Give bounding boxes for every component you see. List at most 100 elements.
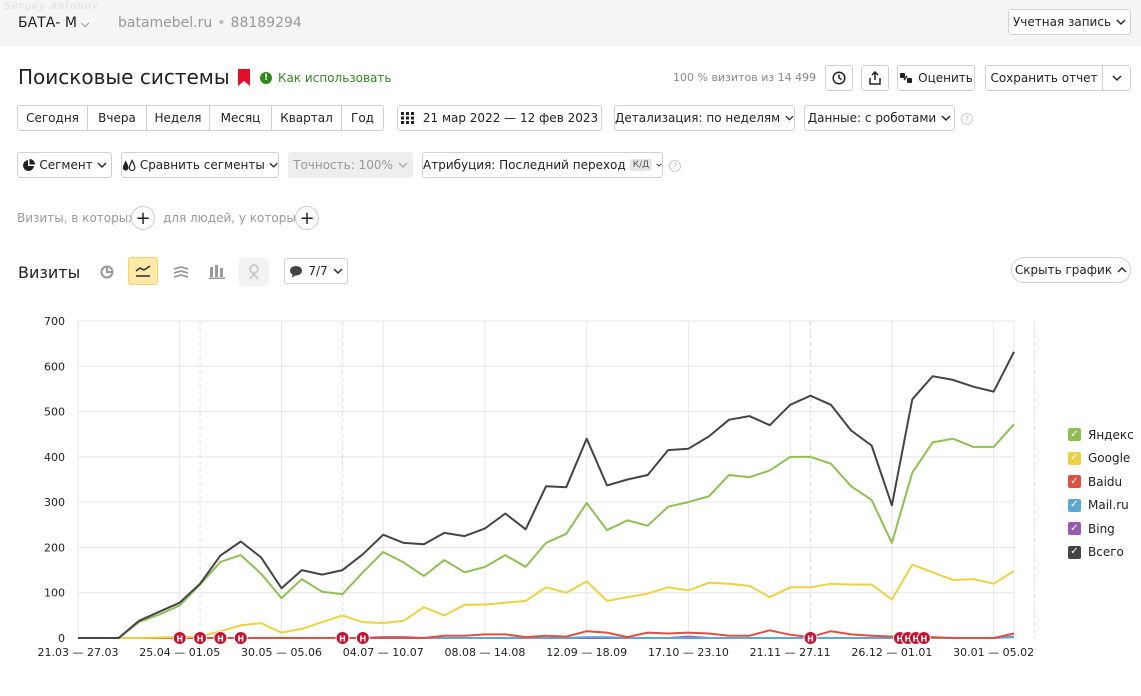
y-tick-label: 700 [44,315,65,328]
checkbox-icon[interactable]: ✓ [1068,522,1081,535]
comment-icon [289,265,303,278]
attribution-dropdown[interactable]: Атрибуция: Последний переход К/Д [422,152,663,178]
pie-icon [22,159,35,172]
account-button[interactable]: Учетная запись [1008,9,1131,35]
checkbox-icon[interactable]: ✓ [1068,546,1081,559]
data-dropdown[interactable]: Данные: с роботами [804,105,955,131]
period-year[interactable]: Год [341,105,384,131]
annotation-marker-label: Н [217,635,224,644]
share-icon [868,71,882,85]
info-icon: ! [260,72,272,84]
period-quarter[interactable]: Квартал [271,105,342,131]
x-tick-label: 21.11 — 27.11 [750,646,831,659]
detail-dropdown[interactable]: Детализация: по неделям [614,105,795,131]
attribution-label: Атрибуция: Последний переход [423,158,626,172]
counter-id: 88189294 [231,15,302,31]
metric-title: Визиты [18,263,80,282]
save-report-label: Сохранить отчет [990,71,1097,85]
chevron-down-icon [785,113,794,123]
legend-item[interactable]: ✓Mail.ru [1068,494,1134,518]
annotation-marker-label: Н [197,635,204,644]
date-range-button[interactable]: 21 мар 2022 — 12 фев 2023 [397,105,602,131]
period-selector: Сегодня Вчера Неделя Месяц Квартал Год [17,105,384,131]
account-label: Учетная запись [1013,15,1111,29]
chart-type-pie[interactable] [92,258,122,286]
series-line-0 [78,424,1014,638]
bookmark-icon[interactable] [238,69,250,86]
chart-type-bars[interactable] [202,258,232,286]
annotation-marker-label: Н [237,635,244,644]
chevron-down-icon [1116,17,1126,27]
x-tick-label: 25.04 — 01.05 [139,646,220,659]
y-tick-label: 200 [44,541,65,554]
accuracy-label: Точность: 100% [293,158,393,172]
save-report-button[interactable]: Сохранить отчет [985,65,1103,91]
checkbox-icon[interactable]: ✓ [1068,428,1081,441]
y-tick-label: 600 [44,360,65,373]
chevron-down-icon: ⌵ [81,17,89,31]
compare-segments-dropdown[interactable]: Сравнить сегменты [121,152,279,178]
hide-chart-label: Скрыть график [1015,263,1112,277]
chart-type-area[interactable] [166,258,196,286]
period-week[interactable]: Неделя [146,105,210,131]
legend-item[interactable]: ✓ Яндекс [1068,423,1134,447]
x-tick-label: 26.12 — 01.01 [851,646,932,659]
segment-label: Сегмент [39,158,92,172]
accuracy-dropdown[interactable]: Точность: 100% [288,152,413,178]
attribution-badge: К/Д [630,159,652,171]
counter-selector[interactable]: БАТА- М ⌵ [18,15,89,31]
period-yesterday[interactable]: Вчера [87,105,147,131]
compare-segments-label: Сравнить сегменты [140,158,265,172]
site-info: batamebel.ru•88189294 [118,15,302,31]
detail-label: Детализация: по неделям [615,111,780,125]
drops-icon [122,159,136,172]
series-line-5 [78,352,1014,638]
period-month[interactable]: Месяц [209,105,272,131]
add-people-filter-button[interactable]: + [295,206,319,230]
save-report-dropdown[interactable] [1102,65,1131,91]
date-range-label: 21 мар 2022 — 12 фев 2023 [423,111,598,125]
legend-label: Всего [1088,545,1124,559]
period-today[interactable]: Сегодня [17,105,88,131]
add-visits-filter-button[interactable]: + [131,206,155,230]
x-tick-label: 30.01 — 05.02 [953,646,1034,659]
chart-type-map[interactable] [239,258,269,286]
legend-item[interactable]: ✓ Bing [1068,517,1134,541]
people-filter-label: для людей, у которых [163,211,303,225]
legend-label: Bing [1088,522,1115,536]
export-button[interactable] [861,65,889,91]
clock-icon [832,71,846,85]
separator-dot: • [217,15,225,31]
x-tick-label: 17.10 — 23.10 [648,646,729,659]
hide-chart-button[interactable]: Скрыть график [1011,257,1131,283]
y-tick-label: 100 [44,587,65,600]
checkbox-icon[interactable]: ✓ [1068,475,1081,488]
rate-label: Оценить [918,71,973,85]
segment-dropdown[interactable]: Сегмент [17,152,112,178]
map-pin-icon [248,264,260,280]
legend-item[interactable]: ✓Google [1068,447,1134,471]
checkbox-icon[interactable]: ✓ [1068,499,1081,512]
chevron-down-icon [941,113,951,123]
y-tick-label: 500 [44,406,65,419]
chart-legend: ✓Яндекс✓Google✓Baidu✓Mail.ru✓Bing✓Всего [1068,423,1134,564]
history-button[interactable] [825,65,853,91]
annotation-marker-label: Н [360,635,367,644]
help-icon[interactable]: ? [669,160,681,172]
howto-link[interactable]: ! Как использовать [260,71,391,85]
legend-label: Яндекс [1088,428,1134,442]
chart-type-line[interactable] [128,257,158,285]
help-icon[interactable]: ? [961,113,973,125]
checkbox-icon[interactable]: ✓ [1068,452,1081,465]
counter-name: БАТА- М [18,15,77,31]
visits-summary: 100 % визитов из 14 499 [673,71,816,84]
legend-label: Baidu [1088,475,1122,489]
y-tick-label: 400 [44,451,65,464]
series-line-1 [78,565,1014,638]
legend-item[interactable]: ✓ Baidu [1068,470,1134,494]
legend-item[interactable]: ✓ Всего [1068,541,1134,565]
rate-button[interactable]: Оценить [897,65,975,91]
comments-dropdown[interactable]: 7/7 [284,258,348,284]
y-tick-label: 0 [58,632,65,645]
x-tick-label: 08.08 — 14.08 [444,646,525,659]
